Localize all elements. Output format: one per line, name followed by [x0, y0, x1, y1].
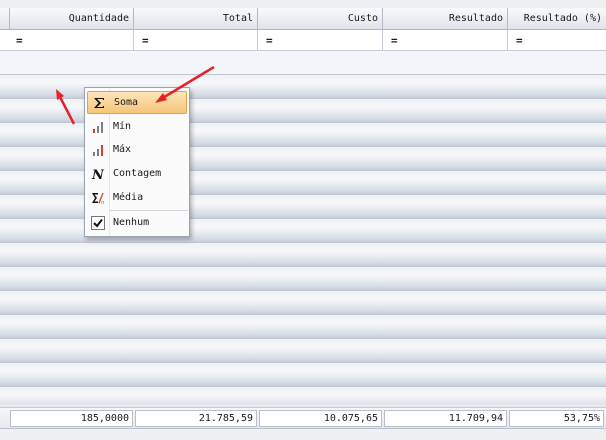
grid-band [0, 243, 606, 267]
column-header-resultado-pct[interactable]: Resultado (%) [508, 8, 606, 30]
average-icon: n [92, 192, 104, 205]
column-header-quantidade[interactable]: Quantidade [10, 8, 134, 30]
column-header-custo[interactable]: Custo [258, 8, 383, 30]
sigma-icon [94, 98, 104, 108]
menu-item-label: Contagem [113, 168, 162, 179]
filter-cell-resultado[interactable]: = [383, 30, 508, 51]
svg-text:N: N [91, 168, 105, 181]
grid-band [0, 51, 606, 75]
summary-context-menu: Soma Mín Máx N Contagem n Média Nenhum [84, 87, 190, 237]
menu-item-label: Soma [114, 97, 139, 108]
totals-footer-row: 185,0000 21.785,59 10.075,65 11.709,94 5… [0, 407, 606, 429]
column-header-resultado[interactable]: Resultado [383, 8, 508, 30]
filter-cell-resultado-pct[interactable]: = [508, 30, 606, 51]
filter-row: = = = = = [0, 30, 606, 51]
checkbox-checked-icon [91, 216, 105, 230]
total-cell-resultado[interactable]: 11.709,94 [384, 410, 507, 427]
grid-band [0, 315, 606, 339]
total-cell-resultado-pct[interactable]: 53,75% [509, 410, 604, 427]
filter-cell-total[interactable]: = [134, 30, 258, 51]
filter-cell-first[interactable]: = [0, 30, 134, 51]
menu-item-min[interactable]: Mín [87, 116, 187, 139]
menu-separator [110, 210, 188, 211]
menu-item-soma[interactable]: Soma [87, 91, 187, 114]
grid-band [0, 291, 606, 315]
grid-band [0, 363, 606, 387]
grid-bottom-strip [0, 429, 606, 440]
menu-item-nenhum[interactable]: Nenhum [87, 212, 187, 235]
grid-band [0, 267, 606, 291]
total-cell-custo[interactable]: 10.075,65 [259, 410, 382, 427]
menu-item-label: Máx [113, 144, 132, 155]
count-n-icon: N [91, 168, 105, 181]
bar-chart-max-icon [93, 145, 103, 156]
menu-item-contagem[interactable]: N Contagem [87, 163, 187, 186]
grid-top-strip [0, 0, 606, 8]
bar-chart-min-icon [93, 122, 103, 133]
filter-cell-custo[interactable]: = [258, 30, 383, 51]
menu-item-label: Nenhum [113, 217, 150, 228]
menu-item-max[interactable]: Máx [87, 139, 187, 162]
column-header-row: Quantidade Total Custo Resultado Resulta… [0, 8, 606, 30]
total-cell-total[interactable]: 21.785,59 [135, 410, 257, 427]
grid-band [0, 339, 606, 363]
menu-item-media[interactable]: n Média [87, 187, 187, 210]
svg-text:n: n [101, 200, 104, 205]
total-cell-quantidade[interactable]: 185,0000 [10, 410, 133, 427]
column-header-total[interactable]: Total [134, 8, 258, 30]
menu-item-label: Mín [113, 121, 132, 132]
grid-band [0, 387, 606, 404]
menu-item-label: Média [113, 192, 144, 203]
column-header-first[interactable] [0, 8, 10, 30]
